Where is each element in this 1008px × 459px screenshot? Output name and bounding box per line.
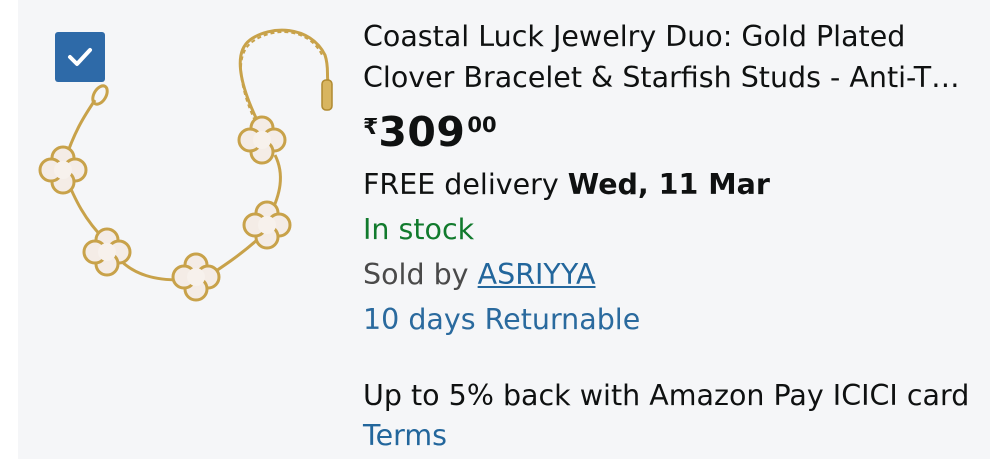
- cashback-offer: Up to 5% back with Amazon Pay ICICI card: [363, 379, 970, 412]
- product-image[interactable]: [25, 15, 345, 315]
- product-details: Coastal Luck Jewelry Duo: Gold Plated Cl…: [363, 16, 983, 456]
- delivery-info: FREE delivery Wed, 11 Mar: [363, 162, 983, 207]
- product-title[interactable]: Coastal Luck Jewelry Duo: Gold Plated Cl…: [363, 16, 983, 98]
- return-policy[interactable]: 10 days Returnable: [363, 297, 983, 342]
- delivery-date: Wed, 11 Mar: [567, 168, 770, 201]
- price-fraction: 00: [467, 113, 497, 137]
- stock-status: In stock: [363, 213, 475, 246]
- product-title-line-2: Clover Bracelet & Starfish Studs - Anti-…: [363, 61, 960, 94]
- terms-link[interactable]: Terms: [363, 416, 983, 456]
- sold-by-prefix: Sold by: [363, 258, 478, 291]
- price-whole: 309: [378, 108, 466, 156]
- currency-symbol: ₹: [363, 115, 379, 140]
- product-price: ₹ 309 00: [363, 110, 983, 162]
- seller-link[interactable]: ASRIYYA: [478, 258, 596, 291]
- product-title-line-1: Coastal Luck Jewelry Duo: Gold Plated: [363, 20, 906, 53]
- sold-by: Sold by ASRIYYA: [363, 252, 983, 297]
- delivery-prefix: FREE delivery: [363, 168, 568, 201]
